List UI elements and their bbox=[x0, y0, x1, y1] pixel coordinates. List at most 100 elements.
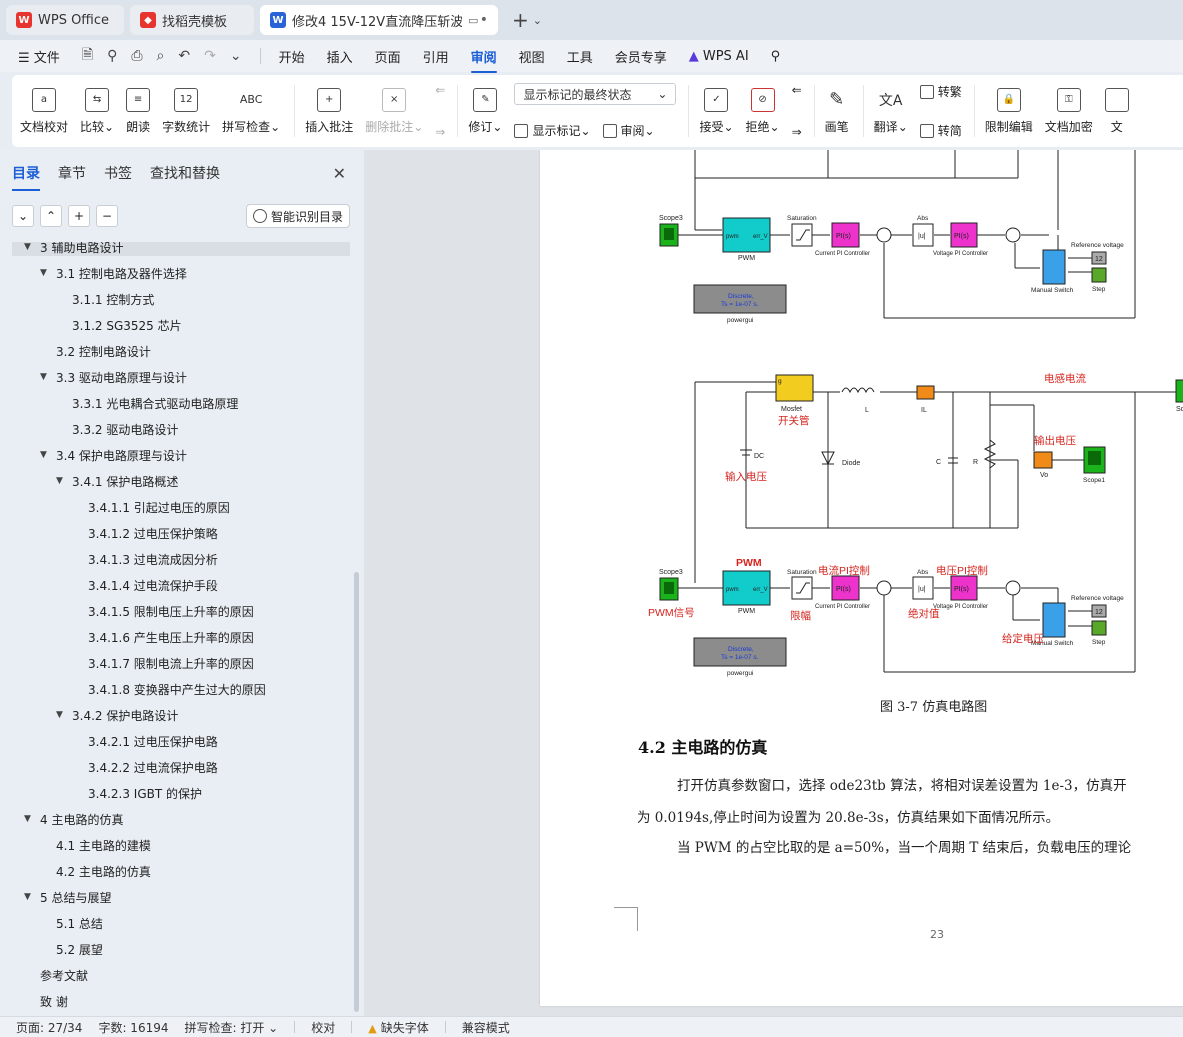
expand-arrow-icon[interactable]: ▼ bbox=[40, 372, 56, 382]
unsaved-dot-icon[interactable]: • bbox=[480, 12, 488, 28]
show-markup-button[interactable]: 显示标记 ⌄ bbox=[514, 122, 591, 139]
toc-item[interactable]: ▼ 3.4.1 保护电路概述 bbox=[56, 468, 178, 494]
menu-insert[interactable]: 插入 bbox=[327, 47, 353, 66]
display-mode-select[interactable]: 显示标记的最终状态 ⌄ bbox=[514, 83, 677, 105]
more-quick-icon[interactable]: ⌄ bbox=[230, 48, 242, 64]
toc-scrollbar[interactable] bbox=[352, 242, 360, 1016]
spell-check-button[interactable]: ABC 拼写检查⌄ bbox=[222, 81, 280, 141]
spell-check-status[interactable]: 拼写检查: 打开 ⌄ bbox=[185, 1019, 279, 1036]
tab-docer[interactable]: ◆ 找稻壳模板 bbox=[130, 5, 254, 35]
next-comment-icon[interactable]: ⇒ bbox=[435, 125, 445, 139]
print-preview-icon[interactable]: ⌕ bbox=[157, 48, 165, 64]
menu-member[interactable]: 会员专享 bbox=[615, 47, 667, 66]
expand-arrow-icon[interactable]: ▼ bbox=[40, 268, 56, 278]
toc-item[interactable]: ▼ 4 主电路的仿真 bbox=[24, 806, 123, 832]
pen-button[interactable]: ✎ 画笔 bbox=[825, 81, 849, 141]
tab-bookmarks[interactable]: 书签 bbox=[104, 163, 132, 183]
tab-toc[interactable]: 目录 bbox=[12, 163, 40, 191]
expand-arrow-icon[interactable]: ▼ bbox=[24, 242, 40, 252]
tab-current-document[interactable]: W 修改4 15V-12V直流降压斩波 ▭ • bbox=[260, 5, 498, 35]
prev-comment-icon[interactable]: ⇐ bbox=[435, 83, 445, 97]
reject-button[interactable]: ⊘ 拒绝⌄ bbox=[746, 81, 780, 141]
expand-arrow-icon[interactable]: ▼ bbox=[40, 450, 56, 460]
word-count-indicator[interactable]: 字数: 16194 bbox=[98, 1019, 168, 1036]
toc-item[interactable]: ▼ 5 总结与展望 bbox=[24, 884, 111, 910]
menu-review[interactable]: 审阅 bbox=[470, 47, 497, 73]
toc-item[interactable]: 3.1.2 SG3525 芯片 bbox=[56, 312, 182, 338]
expand-arrow-icon[interactable]: ▼ bbox=[56, 710, 72, 720]
toc-item[interactable]: 3.4.1.6 产生电压上升率的原因 bbox=[72, 624, 254, 650]
tab-find-replace[interactable]: 查找和替换 bbox=[150, 163, 220, 183]
toc-item[interactable]: ▼ 3.1 控制电路及器件选择 bbox=[40, 260, 187, 286]
toc-item[interactable]: ▼ 3.3 驱动电路原理与设计 bbox=[40, 364, 187, 390]
file-menu[interactable]: ☰ 文件 bbox=[18, 47, 60, 66]
menu-view[interactable]: 视图 bbox=[519, 47, 545, 66]
toc-item[interactable]: 3.3.1 光电耦合式驱动电路原理 bbox=[56, 390, 238, 416]
toc-item[interactable]: 3.2 控制电路设计 bbox=[40, 338, 151, 364]
expand-arrow-icon[interactable]: ▼ bbox=[24, 892, 40, 902]
proof-status[interactable]: 校对 bbox=[311, 1019, 335, 1036]
word-count-button[interactable]: 12 字数统计 bbox=[162, 81, 210, 141]
toc-item[interactable]: 4.1 主电路的建模 bbox=[40, 832, 151, 858]
smart-toc-button[interactable]: 智能识别目录 bbox=[245, 204, 350, 228]
toc-item[interactable]: 3.4.2.2 过电流保护电路 bbox=[72, 754, 218, 780]
share-icon[interactable]: ⚲ bbox=[107, 48, 117, 64]
toc-item[interactable]: 5.2 展望 bbox=[40, 936, 103, 962]
expand-arrow-icon[interactable]: ▼ bbox=[56, 476, 72, 486]
redo-icon[interactable]: ↷ bbox=[204, 48, 216, 64]
menu-page[interactable]: 页面 bbox=[375, 47, 401, 66]
collapse-up-icon[interactable]: ⌃ bbox=[40, 205, 62, 227]
menu-start[interactable]: 开始 bbox=[279, 47, 305, 66]
toc-item[interactable]: 3.4.1.7 限制电流上升率的原因 bbox=[72, 650, 254, 676]
prev-change-icon[interactable]: ⇐ bbox=[792, 83, 802, 97]
tab-wps-office[interactable]: W WPS Office bbox=[6, 5, 124, 35]
search-icon[interactable]: ⚲ bbox=[771, 49, 781, 64]
toc-item[interactable]: 5.1 总结 bbox=[40, 910, 103, 936]
toc-item[interactable]: 3.4.1.3 过电流成因分析 bbox=[72, 546, 218, 572]
menu-tools[interactable]: 工具 bbox=[567, 47, 593, 66]
expand-arrow-icon[interactable]: ▼ bbox=[24, 814, 40, 824]
tab-sections[interactable]: 章节 bbox=[58, 163, 86, 183]
toc-item[interactable]: 3.4.1.5 限制电压上升率的原因 bbox=[72, 598, 254, 624]
delete-comment-button[interactable]: × 删除批注⌄ bbox=[365, 81, 423, 141]
close-icon[interactable]: ✕ bbox=[333, 164, 346, 183]
review-pane-button[interactable]: 审阅 ⌄ bbox=[602, 122, 655, 139]
toc-item[interactable]: 3.4.1.1 引起过电压的原因 bbox=[72, 494, 230, 520]
save-icon[interactable]: 🗎 bbox=[82, 44, 93, 68]
track-changes-button[interactable]: ✎ 修订⌄ bbox=[468, 81, 502, 141]
proofread-button[interactable]: a 文档校对 bbox=[20, 81, 68, 141]
toc-item[interactable]: ▼ 3.4.2 保护电路设计 bbox=[56, 702, 178, 728]
add-tab-icon[interactable]: + bbox=[512, 8, 529, 32]
insert-comment-button[interactable]: + 插入批注 bbox=[305, 81, 353, 141]
add-heading-icon[interactable]: + bbox=[68, 205, 90, 227]
page-indicator[interactable]: 页面: 27/34 bbox=[16, 1019, 82, 1036]
scrollbar-thumb[interactable] bbox=[354, 572, 359, 1012]
toc-item[interactable]: 3.4.2.3 IGBT 的保护 bbox=[72, 780, 202, 806]
undo-icon[interactable]: ↶ bbox=[178, 48, 190, 64]
wps-ai-button[interactable]: ▲ WPS AI bbox=[689, 49, 749, 64]
next-change-icon[interactable]: ⇒ bbox=[792, 125, 802, 139]
toc-item[interactable]: 3.1.1 控制方式 bbox=[56, 286, 154, 312]
toc-item[interactable]: 3.4.1.2 过电压保护策略 bbox=[72, 520, 218, 546]
remove-heading-icon[interactable]: − bbox=[96, 205, 118, 227]
compare-button[interactable]: ⇆ 比较⌄ bbox=[80, 81, 114, 141]
to-traditional-button[interactable]: 转繁 bbox=[919, 83, 962, 100]
chevron-down-icon[interactable]: ⌄ bbox=[533, 14, 542, 27]
toc-item[interactable]: ▼ 3.4 保护电路原理与设计 bbox=[40, 442, 187, 468]
print-icon[interactable]: ⎙ bbox=[131, 48, 142, 64]
read-aloud-button[interactable]: ≡ 朗读 bbox=[126, 81, 150, 141]
more-ribbon-button[interactable]: 文 bbox=[1104, 81, 1129, 141]
restrict-edit-button[interactable]: 🔒 限制编辑 bbox=[985, 81, 1033, 141]
toc-item[interactable]: 参考文献 bbox=[24, 962, 88, 988]
toc-item[interactable]: 3.3.2 驱动电路设计 bbox=[56, 416, 178, 442]
toc-item[interactable]: ▼ 3 辅助电路设计 bbox=[12, 242, 350, 256]
toc-item[interactable]: 3.4.1.8 变换器中产生过大的原因 bbox=[72, 676, 266, 702]
to-simplified-button[interactable]: 转简 bbox=[919, 122, 962, 139]
translate-button[interactable]: 文A 翻译⌄ bbox=[874, 81, 908, 141]
expand-down-icon[interactable]: ⌄ bbox=[12, 205, 34, 227]
toc-item[interactable]: 致 谢 bbox=[24, 988, 68, 1014]
missing-font-status[interactable]: ▲ 缺失字体 bbox=[368, 1019, 428, 1036]
toc-item[interactable]: 4.2 主电路的仿真 bbox=[40, 858, 151, 884]
toc-item[interactable]: 3.4.1.4 过电流保护手段 bbox=[72, 572, 218, 598]
accept-button[interactable]: ✓ 接受⌄ bbox=[699, 81, 734, 141]
